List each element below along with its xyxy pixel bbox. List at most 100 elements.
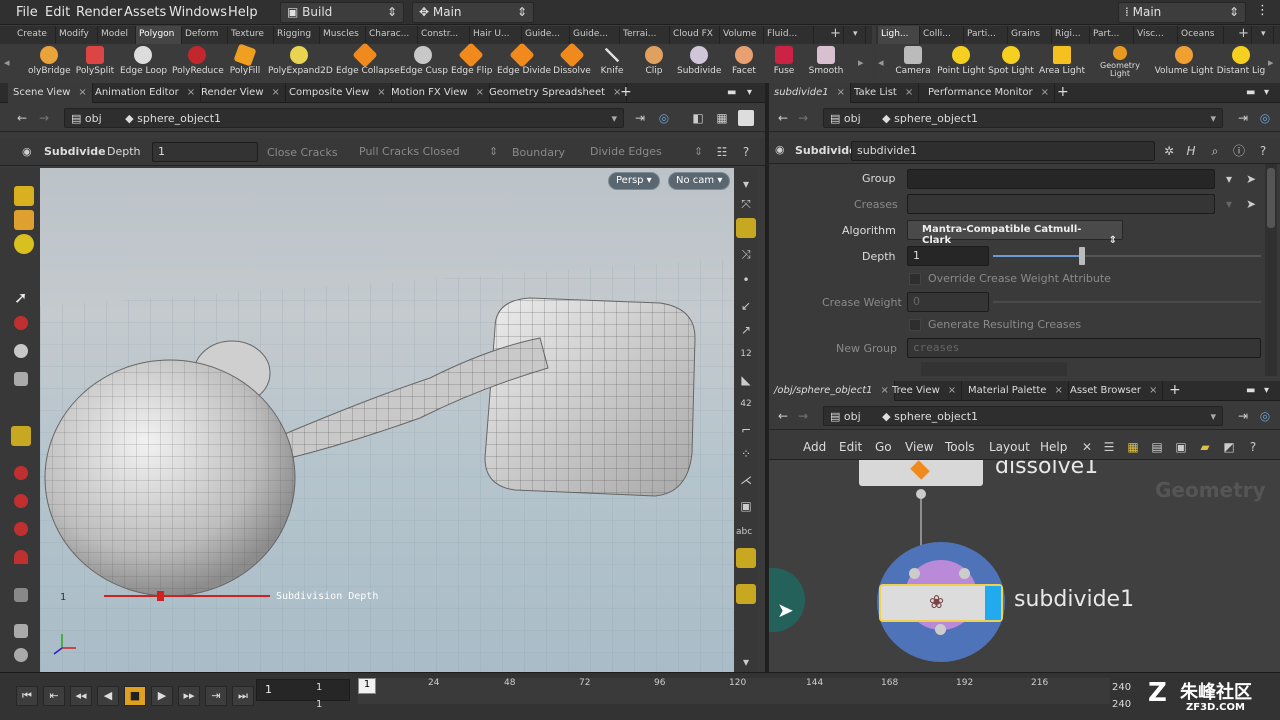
uv-icon[interactable]: ⁘ [738,446,754,462]
divide-edges-menu[interactable]: Divide Edges [590,145,662,158]
output-connector[interactable] [935,624,946,635]
shelf-tab-modify[interactable]: Modify [56,26,98,44]
shelf-menu-icon[interactable]: ▾ [1258,26,1274,44]
camera-tool-icon[interactable] [14,588,28,602]
pane-menu-icon[interactable]: ▾ [1259,381,1274,401]
tab-asset-browser[interactable]: Asset Browser × [1065,381,1164,401]
shelf-tab-polygon[interactable]: Polygon [136,26,182,44]
menu-render[interactable]: Render [76,5,122,20]
scroll-down-icon[interactable]: ▾ [738,654,754,670]
node-name-field[interactable]: subdivide1 [851,141,1155,161]
path-root[interactable]: obj [85,112,102,125]
tab-network-sphere[interactable]: /obj/sphere_object1 × [769,381,895,401]
menu-file[interactable]: File [16,5,38,20]
text-icon[interactable]: abc [736,524,752,540]
play-reverse-icon[interactable]: ◀ [97,686,119,706]
tool-distant-light[interactable]: Distant Lig [1216,46,1266,76]
vertex-normals-icon[interactable]: ↗ [738,322,754,338]
dropdown-icon[interactable]: ▾ [1221,171,1237,187]
select-dynamics-icon[interactable] [14,234,34,254]
dropdown-icon[interactable]: ▾ [1221,196,1237,212]
tab-render-view[interactable]: Render View × [196,83,286,103]
help-icon[interactable]: ? [1245,439,1261,455]
stop-icon[interactable]: ■ [124,686,146,706]
input-connector[interactable] [909,568,920,579]
tab-performance-monitor[interactable]: Performance Monitor × [923,83,1055,103]
params-path-field[interactable]: ▤ obj ◆ sphere_object1 ▾ [823,108,1223,128]
tool-smooth[interactable]: Smooth [806,46,846,76]
depth-param-field[interactable]: 1 [907,246,989,266]
shelf-tab-hair-utils[interactable]: Hair U... [470,26,522,44]
scroll-left-icon[interactable]: ◂ [4,56,10,69]
algorithm-menu[interactable]: Mantra-Compatible Catmull-Clark ⇕ [907,220,1123,246]
path-field[interactable]: ▤ obj ◆ sphere_object1 ▾ [64,108,624,128]
prim-numbers-icon[interactable]: 42 [738,396,754,412]
background-icon[interactable] [738,110,754,126]
link-icon[interactable]: ◎ [1257,408,1273,424]
bbox-icon[interactable]: ▣ [738,498,754,514]
menu-assets[interactable]: Assets [124,5,166,20]
lighting-icon[interactable] [736,218,756,238]
select-objects-icon[interactable] [14,210,34,230]
tool-polysplit[interactable]: PolySplit [74,46,116,76]
shelf-tab-particles[interactable]: Parti... [964,26,1008,44]
override-checkbox[interactable] [909,273,921,285]
points-icon[interactable]: • [738,272,754,288]
select-geometry-icon[interactable] [14,186,34,206]
path-root[interactable]: obj [844,112,861,125]
close-icon[interactable]: × [837,87,845,98]
handle-tool-icon[interactable] [11,426,31,446]
back-arrow-icon[interactable]: ← [775,408,791,424]
link-icon[interactable]: ◎ [1257,110,1273,126]
draw-curve-icon[interactable] [14,494,28,508]
select-arrow-icon[interactable]: ➤ [1243,171,1259,187]
tool-clip[interactable]: Clip [640,46,668,76]
overflow-icon[interactable]: ⋮ [1256,3,1269,18]
close-cracks-field[interactable]: Close Cracks [267,146,338,159]
close-icon[interactable]: × [905,87,913,98]
handle-knob[interactable] [157,591,164,601]
normals-icon[interactable]: ↙ [738,298,754,314]
paint-icon[interactable] [14,624,28,638]
range-start[interactable]: 1 [316,682,322,693]
tool-area-light[interactable]: Area Light [1038,46,1086,76]
pane-maximize-icon[interactable]: ▬ [722,83,741,103]
scale-icon[interactable] [14,372,28,386]
tool-facet[interactable]: Facet [730,46,758,76]
current-frame-field[interactable]: 1 [256,679,350,701]
dropdown-icon[interactable]: ▾ [611,112,617,125]
hulls-icon[interactable]: ⌐ [738,422,754,438]
node-dissolve1[interactable] [859,460,983,486]
shelf-tab-grains[interactable]: Grains [1008,26,1052,44]
tool-edge-divide[interactable]: Edge Divide [497,42,551,76]
network-menu-help[interactable]: Help [1040,440,1067,454]
add-tab-icon[interactable]: + [1053,83,1073,103]
step-back-key-icon[interactable]: ⇤ [43,686,65,706]
menu-edit[interactable]: Edit [45,5,70,20]
shelf-tab-rigid[interactable]: Rigi... [1052,26,1090,44]
help-icon[interactable]: ? [738,144,754,160]
close-icon[interactable]: × [272,87,280,98]
network-menu-add[interactable]: Add [803,440,826,454]
jump-end-icon[interactable]: ⏭ [232,686,254,706]
dropdown-icon[interactable]: ▾ [1210,410,1216,423]
path-root[interactable]: obj [844,410,861,423]
display-options-icon[interactable]: ▾ [738,176,754,192]
forward-arrow-icon[interactable]: → [795,408,811,424]
pin-icon[interactable]: ⇥ [1235,110,1251,126]
tab-geometry-spreadsheet[interactable]: Geometry Spreadsheet × [484,83,628,103]
tool-polyfill[interactable]: PolyFill [226,43,264,76]
display-icon[interactable]: ◧ [690,110,706,126]
render-region-icon[interactable] [14,648,28,662]
context-select[interactable]: ✥ Main ⇕ [412,2,534,23]
scroll-right-icon[interactable]: ▸ [1268,56,1274,69]
tab-material-palette[interactable]: Material Palette × [963,381,1069,401]
pin-location-icon[interactable] [736,584,756,604]
options-icon[interactable]: ☷ [714,144,730,160]
network-menu-tools[interactable]: Tools [945,440,975,454]
add-tab-icon[interactable]: + [616,83,636,103]
shelf-tab-rigging[interactable]: Rigging [274,26,320,44]
range-end-2[interactable]: 240 [1112,699,1131,710]
path-object[interactable]: sphere_object1 [137,112,221,125]
shelf-tab-viscous[interactable]: Visc... [1134,26,1178,44]
